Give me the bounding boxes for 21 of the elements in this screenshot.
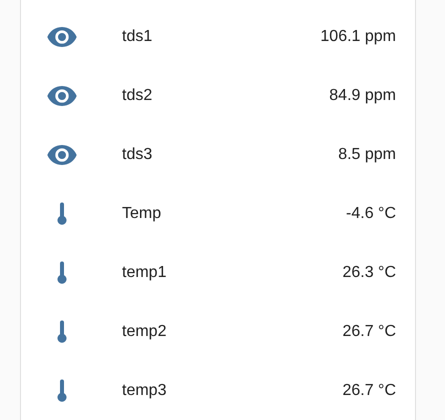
thermometer-icon	[56, 320, 68, 344]
thermometer-icon	[56, 378, 68, 402]
entity-state: -4.6 °C	[346, 204, 396, 222]
thermometer-icon	[56, 202, 68, 226]
thermometer-icon	[56, 260, 68, 284]
eye-icon	[47, 26, 77, 46]
entity-name: temp1	[122, 264, 168, 282]
entity-name: temp3	[122, 382, 168, 400]
entity-name: temp2	[122, 322, 168, 340]
eye-icon	[47, 144, 77, 164]
entity-state: 106.1 ppm	[320, 28, 396, 46]
entity-name: Temp	[122, 204, 162, 222]
entity-state: 84.9 ppm	[329, 86, 396, 104]
entity-name: tds3	[122, 146, 154, 164]
entity-state: 26.7 °C	[342, 322, 396, 340]
entity-state: 8.5 ppm	[338, 146, 396, 164]
entity-name: tds2	[122, 86, 154, 104]
entity-state: 26.7 °C	[342, 382, 396, 400]
entity-name: tds1	[122, 28, 154, 46]
entity-state: 26.3 °C	[342, 264, 396, 282]
eye-icon	[47, 86, 77, 106]
